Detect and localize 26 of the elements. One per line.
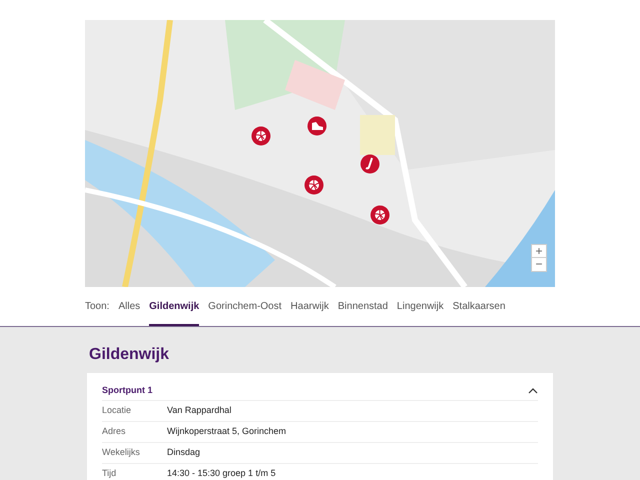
row-value: Van Rappardhal	[167, 404, 232, 418]
filter-tab[interactable]: Lingenwijk	[396, 299, 444, 326]
row-label: Wekelijks	[102, 446, 141, 460]
zoom-out-button[interactable]: −	[532, 258, 546, 271]
filter-tab[interactable]: Gildenwijk	[149, 299, 200, 326]
row-label: Tijd	[102, 467, 118, 480]
chevron-up-icon[interactable]	[528, 388, 538, 394]
card-title[interactable]: Sportpunt 1	[102, 384, 152, 398]
zoom-in-button[interactable]: +	[532, 245, 546, 258]
filter-tab[interactable]: Binnenstad	[338, 299, 388, 326]
filter-tab[interactable]: Haarwijk	[290, 299, 329, 326]
row-label: Locatie	[102, 404, 132, 418]
section-title: Gildenwijk	[89, 345, 170, 365]
row-label: Adres	[102, 425, 127, 438]
shoe-marker-icon[interactable]	[307, 116, 327, 136]
volleyball-marker-icon[interactable]	[251, 126, 271, 146]
filter-tab[interactable]: Alles	[118, 299, 140, 326]
row-value: Wijnkoperstraat 5, Gorinchem	[167, 425, 286, 438]
filter-label: Toon:	[85, 300, 110, 314]
row-value: Dinsdag	[167, 446, 200, 460]
volleyball-marker-icon[interactable]	[370, 205, 390, 225]
row-value: 14:30 - 15:30 groep 1 t/m 5	[167, 467, 276, 480]
filter-tab[interactable]: Gorinchem-Oost	[208, 299, 282, 326]
hockey-marker-icon[interactable]	[360, 154, 380, 174]
filter-tab[interactable]: Stalkaarsen	[452, 299, 506, 326]
volleyball-marker-icon[interactable]	[304, 175, 324, 195]
